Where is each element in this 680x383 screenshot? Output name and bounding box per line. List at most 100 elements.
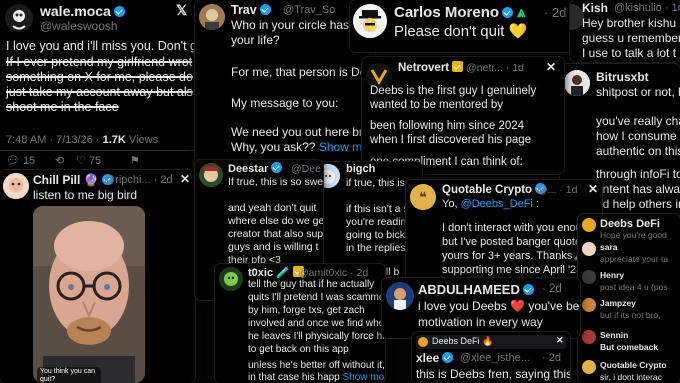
- tweet-card-chillpill[interactable]: Chill Pill 🔮 @ripchi... · 2d ✕ listen to…: [0, 170, 195, 383]
- tweet-card-t0xic[interactable]: t0xic 🧪 @amit0xic · 2d tell the guy that…: [215, 264, 385, 383]
- author-handle[interactable]: @xlee_isthe...: [460, 352, 530, 364]
- post-time[interactable]: · 2d: [544, 5, 566, 20]
- tweet-text: My message to you:: [231, 96, 339, 110]
- close-icon[interactable]: ✕: [556, 335, 564, 346]
- author-handle[interactable]: @netr... · 1d: [466, 62, 541, 74]
- avatar[interactable]: [582, 330, 596, 344]
- tweet-text: if this isn't a sh: [346, 203, 415, 215]
- svg-text:❝: ❝: [419, 190, 427, 206]
- avatar[interactable]: [582, 242, 596, 256]
- reply-author[interactable]: sara: [600, 242, 618, 252]
- tweet-card-kish[interactable]: Kish @kishulio · 1m Hey brother kishu gu…: [570, 0, 680, 62]
- tweet-card-carlos[interactable]: Carlos Moreno ⩓ · 2d Please don't quit 💛: [350, 0, 578, 52]
- reply-author[interactable]: Jampzey: [600, 298, 636, 308]
- author-handle[interactable]: @waleswoosh: [40, 19, 118, 33]
- tweet-text: but I've posted banger quotes of: [442, 236, 599, 248]
- author-name[interactable]: Netrovert: [398, 61, 464, 74]
- avatar[interactable]: [386, 282, 414, 310]
- avatar[interactable]: [582, 298, 596, 312]
- close-icon[interactable]: ✕: [180, 172, 190, 186]
- tweet-text: wanted to be mentored by: [370, 99, 503, 111]
- tweet-text: Why, you ask?? Show more: [231, 140, 375, 155]
- tweet-text: in that case his happ Show more: [248, 372, 385, 383]
- tweet-image[interactable]: You think you can quit?: [33, 206, 145, 383]
- tweet-text: guess u remember: [582, 31, 680, 45]
- author-name[interactable]: t0xic 🧪: [248, 266, 304, 279]
- repost-icon: ⟲: [55, 155, 65, 167]
- tweet-text: ontent has always: [596, 182, 680, 196]
- avatar[interactable]: [5, 4, 33, 32]
- quoted-header[interactable]: Deebs DeFi 🔥 ✕: [416, 335, 566, 349]
- author-handle[interactable]: @kishulio · 1m: [614, 2, 680, 14]
- avatar[interactable]: ❝: [410, 184, 436, 210]
- avatar[interactable]: [353, 4, 387, 38]
- post-time[interactable]: · 2d: [542, 352, 561, 364]
- tweet-text: guys and is willing t: [228, 241, 319, 253]
- heart-icon: ♡: [76, 155, 86, 167]
- author-name[interactable]: bigch: [346, 163, 375, 175]
- post-time[interactable]: · 2d: [542, 283, 562, 295]
- tweet-card-netrovert[interactable]: Netrovert @netr... · 1d ✕ Deebs is the f…: [362, 57, 564, 174]
- author-name[interactable]: xlee: [416, 351, 454, 365]
- author-handle[interactable]: @amit0xic · 2d: [298, 267, 368, 279]
- reply-author[interactable]: Quotable Crypto: [600, 360, 667, 370]
- header-name[interactable]: Deebs DeFi: [600, 218, 660, 230]
- reply-author[interactable]: Sennin: [600, 330, 628, 340]
- close-icon[interactable]: ✕: [546, 60, 556, 74]
- tweet-card-trav[interactable]: Trav @Trav_So Who in your circle has you…: [195, 0, 375, 165]
- bookmark-button[interactable]: ⚑: [130, 155, 140, 168]
- tweet-card-abdul[interactable]: ABDULHAMEED · 2d i love you Deebs ❤️ you…: [382, 278, 580, 338]
- author-handle[interactable]: @ripchi... · 2d: [104, 174, 173, 186]
- avatar[interactable]: [199, 4, 225, 30]
- avatar[interactable]: [582, 270, 596, 284]
- avatar[interactable]: [199, 163, 223, 187]
- tweet-text: by him, forge txs, get zach: [248, 305, 365, 316]
- tweet-text: I love you and i'll miss you. Don't go: [6, 39, 204, 53]
- tweet-text-struck: If I ever pretend my girlfriend wrot: [6, 55, 193, 69]
- author-name[interactable]: Quotable Crypto: [442, 183, 547, 196]
- avatar[interactable]: [3, 173, 29, 199]
- mention-link[interactable]: @Deebs_DeFi: [461, 198, 533, 210]
- reply-text: appreciate your ta: [600, 254, 669, 264]
- reply-button[interactable]: 💬︎ 15: [6, 155, 35, 168]
- reply-text: post idea 4 u (pos: [600, 282, 668, 292]
- author-handle[interactable]: @... · 1d: [537, 184, 577, 196]
- tweet-card-xlee[interactable]: Deebs DeFi 🔥 ✕ xlee @xlee_isthe... · 2d …: [412, 332, 570, 383]
- author-name[interactable]: Bitrusxbt: [596, 70, 649, 84]
- author-name[interactable]: Chill Pill 🔮: [33, 173, 113, 187]
- close-icon[interactable]: ✕: [588, 182, 598, 196]
- header-subtext: Hope you're good: [600, 230, 667, 240]
- divider: [0, 150, 205, 151]
- repost-button[interactable]: ⟲: [55, 155, 64, 168]
- bald-man-photo: [33, 206, 145, 383]
- reply-author[interactable]: Henry: [600, 270, 624, 280]
- tweet-text: We need you out here bro: [231, 125, 370, 139]
- verified-badge-icon: [502, 7, 514, 18]
- tweet-text: listen to me big bird: [33, 188, 138, 202]
- tweet-text: through infoFi to c: [596, 167, 680, 181]
- avatar[interactable]: [564, 70, 590, 96]
- tweet-text: going to bicke: [346, 229, 411, 241]
- author-name[interactable]: wale.moca: [40, 3, 125, 19]
- image-caption: You think you can quit?: [37, 367, 101, 383]
- tweet-text: your life?: [231, 33, 280, 47]
- author-name[interactable]: Kish: [582, 1, 608, 15]
- author-name[interactable]: Trav: [231, 3, 271, 17]
- tweet-text-struck: something on X for me, please do: [6, 70, 193, 84]
- avatar[interactable]: [582, 360, 596, 374]
- replies-list-panel[interactable]: Deebs DeFi Hope you're good sara appreci…: [578, 214, 680, 383]
- author-name[interactable]: Carlos Moreno ⩓: [394, 4, 525, 21]
- avatar[interactable]: [219, 267, 243, 291]
- author-handle[interactable]: @Dee: [291, 163, 321, 175]
- tweet-text: motivation in every way: [418, 315, 543, 329]
- tweet-text: tell the guy that if he actually: [248, 279, 375, 290]
- avatar[interactable]: [582, 218, 596, 232]
- author-name[interactable]: Deestar: [228, 162, 283, 175]
- author-name[interactable]: ABDULHAMEED: [418, 282, 534, 297]
- show-more-link[interactable]: Show more: [343, 372, 385, 383]
- tweet-card-quotable[interactable]: ❝ Quotable Crypto @... · 1d ✕ Yo, @Deebs…: [406, 180, 602, 280]
- tweet-card-wale[interactable]: wale.moca @waleswoosh 𝕏 I love you and i…: [0, 0, 205, 172]
- tweet-text: i love you Deebs ❤️ you've been a: [418, 299, 580, 313]
- like-button[interactable]: ♡ 75: [76, 155, 101, 168]
- tweet-text: quits I'll pretend I was scammed: [248, 292, 385, 303]
